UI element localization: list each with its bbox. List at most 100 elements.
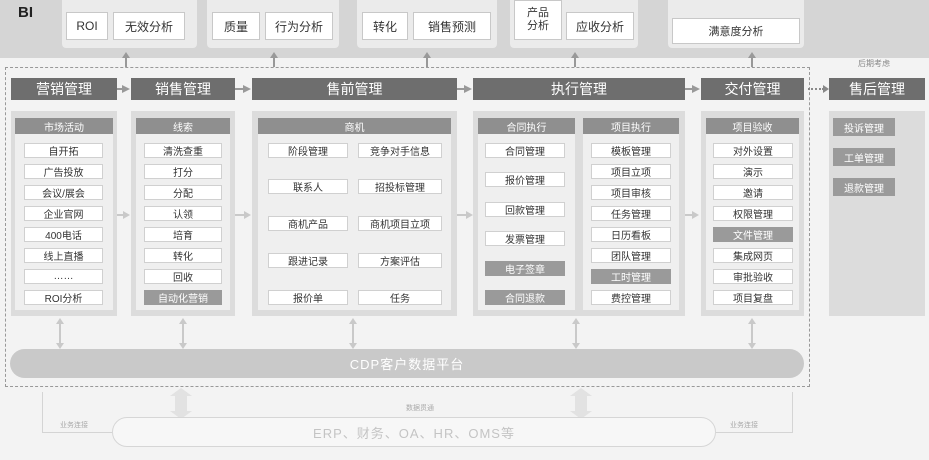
delivery-item[interactable]: 审批验收 [713, 269, 793, 284]
up-arrow-icon [122, 52, 130, 58]
bi-invalid-analysis-button[interactable]: 无效分析 [113, 12, 185, 40]
stage-delivery[interactable]: 交付管理 [701, 78, 804, 100]
marketing-item[interactable]: 广告投放 [24, 164, 103, 179]
right-arrow-icon [464, 85, 472, 93]
delivery-item-highlighted[interactable]: 文件管理 [713, 227, 793, 242]
presales-item[interactable]: 商机项目立项 [358, 216, 442, 231]
after-sales-item[interactable]: 退款管理 [833, 178, 895, 196]
marketing-item[interactable]: …… [24, 269, 103, 284]
contract-item[interactable]: 回款管理 [485, 202, 565, 217]
business-link-label-left: 业务连接 [60, 422, 88, 429]
bi-satisfaction-analysis-button[interactable]: 满意度分析 [672, 18, 800, 44]
marketing-item[interactable]: 会议/展会 [24, 185, 103, 200]
sales-item-highlighted[interactable]: 自动化营销 [144, 290, 222, 305]
marketing-header: 市场活动 [15, 118, 113, 134]
up-arrow-icon [270, 52, 278, 58]
up-arrow-icon [170, 388, 192, 396]
stage-after-sales[interactable]: 售后管理 [829, 78, 925, 100]
presales-item[interactable]: 商机产品 [268, 216, 348, 231]
presales-item[interactable]: 联系人 [268, 179, 348, 194]
project-header: 项目执行 [583, 118, 679, 134]
bi-roi-button[interactable]: ROI [66, 12, 108, 40]
marketing-item[interactable]: 自开拓 [24, 143, 103, 158]
presales-item[interactable]: 阶段管理 [268, 143, 348, 158]
sales-item[interactable]: 回收 [144, 269, 222, 284]
after-sales-item[interactable]: 工单管理 [833, 148, 895, 166]
bi-receivable-analysis-button[interactable]: 应收分析 [566, 12, 634, 40]
marketing-item[interactable]: 线上直播 [24, 248, 103, 263]
contract-item[interactable]: 发票管理 [485, 231, 565, 246]
presales-item[interactable]: 方案评估 [358, 253, 442, 268]
project-item-highlighted[interactable]: 工时管理 [591, 269, 671, 284]
contract-item-highlighted[interactable]: 合同退款 [485, 290, 565, 305]
cdp-platform[interactable]: CDP客户数据平台 [10, 349, 804, 378]
presales-item[interactable]: 竞争对手信息 [358, 143, 442, 158]
right-arrow-icon [244, 211, 251, 219]
right-arrow-icon [243, 85, 251, 93]
right-arrow-icon [692, 85, 700, 93]
marketing-item[interactable]: 400电话 [24, 227, 103, 242]
marketing-item[interactable]: 企业官网 [24, 206, 103, 221]
presales-item[interactable]: 跟进记录 [268, 253, 348, 268]
up-arrow-icon [748, 52, 756, 58]
after-sales-dotted-link [808, 88, 824, 90]
sales-item[interactable]: 认领 [144, 206, 222, 221]
project-item[interactable]: 模板管理 [591, 143, 671, 158]
business-link-label-right: 业务连接 [730, 422, 758, 429]
delivery-item[interactable]: 演示 [713, 164, 793, 179]
delivery-item[interactable]: 集成网页 [713, 248, 793, 263]
bi-conversion-button[interactable]: 转化 [362, 12, 408, 40]
stage-connector [235, 88, 243, 90]
stage-execution[interactable]: 执行管理 [473, 78, 685, 100]
business-link-line [716, 432, 792, 433]
stage-presales[interactable]: 售前管理 [252, 78, 457, 100]
project-item[interactable]: 项目立项 [591, 164, 671, 179]
cdp-connector [352, 323, 354, 345]
business-link-line [792, 392, 793, 433]
cdp-connector [751, 323, 753, 345]
cdp-connector [182, 323, 184, 345]
contract-item[interactable]: 报价管理 [485, 172, 565, 187]
bi-quality-button[interactable]: 质量 [212, 12, 260, 40]
sales-item[interactable]: 分配 [144, 185, 222, 200]
bi-behavior-analysis-button[interactable]: 行为分析 [265, 12, 333, 40]
erp-systems-bar[interactable]: ERP、财务、OA、HR、OMS等 [112, 417, 716, 447]
business-link-line [42, 392, 43, 433]
project-item[interactable]: 费控管理 [591, 290, 671, 305]
presales-item[interactable]: 招投标管理 [358, 179, 442, 194]
delivery-item[interactable]: 邀请 [713, 185, 793, 200]
bi-sales-forecast-button[interactable]: 销售预测 [413, 12, 491, 40]
delivery-header: 项目验收 [706, 118, 799, 134]
business-link-line [42, 432, 112, 433]
marketing-item[interactable]: ROI分析 [24, 290, 103, 305]
sales-item[interactable]: 转化 [144, 248, 222, 263]
delivery-item[interactable]: 项目复盘 [713, 290, 793, 305]
contract-item[interactable]: 合同管理 [485, 143, 565, 158]
right-arrow-icon [123, 211, 130, 219]
delivery-item[interactable]: 对外设置 [713, 143, 793, 158]
bi-label: BI [18, 4, 33, 21]
presales-item[interactable]: 报价单 [268, 290, 348, 305]
after-sales-panel [829, 111, 925, 316]
sales-header: 线索 [136, 118, 230, 134]
sales-item[interactable]: 清洗查重 [144, 143, 222, 158]
project-item[interactable]: 任务管理 [591, 206, 671, 221]
bi-product-analysis-button[interactable]: 产品分析 [514, 0, 562, 40]
sales-item[interactable]: 打分 [144, 164, 222, 179]
after-sales-item[interactable]: 投诉管理 [833, 118, 895, 136]
project-item[interactable]: 团队管理 [591, 248, 671, 263]
right-arrow-icon [466, 211, 473, 219]
stage-marketing[interactable]: 营销管理 [11, 78, 117, 100]
up-arrow-icon [423, 52, 431, 58]
presales-header: 商机 [258, 118, 451, 134]
cdp-connector [575, 323, 577, 345]
sales-item[interactable]: 培育 [144, 227, 222, 242]
stage-sales[interactable]: 销售管理 [131, 78, 235, 100]
presales-item[interactable]: 任务 [358, 290, 442, 305]
project-item[interactable]: 日历看板 [591, 227, 671, 242]
contract-item-highlighted[interactable]: 电子签章 [485, 261, 565, 276]
delivery-item[interactable]: 权限管理 [713, 206, 793, 221]
up-arrow-icon [571, 52, 579, 58]
data-link-label: 数据贯通 [406, 405, 434, 412]
project-item[interactable]: 项目审核 [591, 185, 671, 200]
